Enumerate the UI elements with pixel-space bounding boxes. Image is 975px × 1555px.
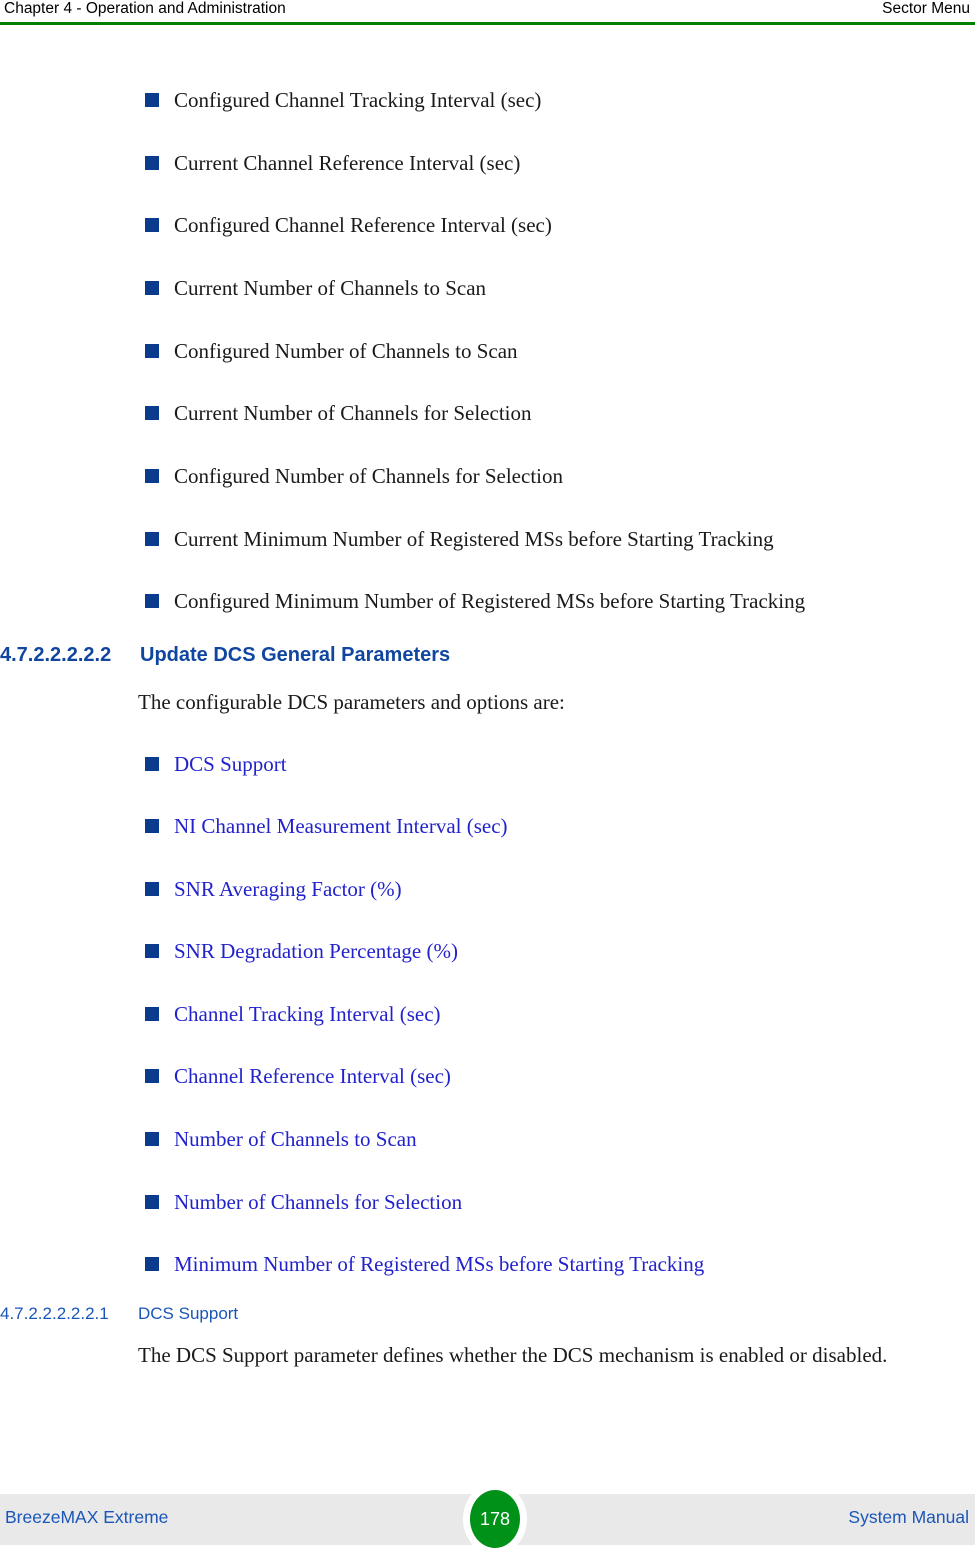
list-item-link-label[interactable]: Channel Reference Interval (sec)	[174, 1063, 451, 1089]
list-item-link-label[interactable]: Number of Channels for Selection	[174, 1189, 462, 1215]
square-bullet-icon	[145, 882, 159, 896]
square-bullet-icon	[145, 819, 159, 833]
square-bullet-icon	[145, 218, 159, 232]
sub-section-paragraph: The DCS Support parameter defines whethe…	[138, 1343, 888, 1367]
section-heading-number: 4.7.2.2.2.2.2	[0, 644, 112, 666]
square-bullet-icon	[145, 281, 159, 295]
page-number-badge: 178	[470, 1490, 520, 1548]
square-bullet-icon	[145, 1257, 159, 1271]
square-bullet-icon	[145, 93, 159, 107]
sub-section-heading: 4.7.2.2.2.2.2.1 DCS Support	[0, 1304, 238, 1324]
header-divider-rule	[0, 22, 975, 25]
sub-section-heading-title: DCS Support	[138, 1304, 239, 1323]
square-bullet-icon	[145, 469, 159, 483]
list-item-label: Configured Minimum Number of Registered …	[174, 589, 806, 613]
square-bullet-icon	[145, 1195, 159, 1209]
header-chapter-title: Chapter 4 - Operation and Administration	[4, 0, 286, 17]
square-bullet-icon	[145, 1132, 159, 1146]
square-bullet-icon	[145, 156, 159, 170]
page-header: Chapter 4 - Operation and Administration…	[0, 0, 975, 24]
square-bullet-icon	[145, 406, 159, 420]
list-item-link-label[interactable]: DCS Support	[174, 751, 287, 777]
section-heading: 4.7.2.2.2.2.2 Update DCS General Paramete…	[0, 644, 450, 667]
section-heading-title: Update DCS General Parameters	[140, 644, 451, 666]
list-item-label: Configured Channel Reference Interval (s…	[174, 213, 552, 237]
square-bullet-icon	[145, 1069, 159, 1083]
header-section-title: Sector Menu	[882, 0, 970, 17]
list-item-label: Configured Number of Channels to Scan	[174, 339, 518, 363]
square-bullet-icon	[145, 1007, 159, 1021]
footer-product-name: BreezeMAX Extreme	[5, 1507, 169, 1527]
list-item-label: Configured Channel Tracking Interval (se…	[174, 88, 542, 112]
list-item-label: Current Channel Reference Interval (sec)	[174, 151, 521, 175]
list-item-link-label[interactable]: SNR Degradation Percentage (%)	[174, 938, 458, 964]
list-item-label: Current Minimum Number of Registered MSs…	[174, 527, 774, 551]
square-bullet-icon	[145, 594, 159, 608]
list-item-link-label[interactable]: Number of Channels to Scan	[174, 1126, 417, 1152]
list-item-link-label[interactable]: Minimum Number of Registered MSs before …	[174, 1251, 704, 1277]
page-footer: BreezeMAX Extreme 178 System Manual	[0, 1483, 975, 1555]
list-item-label: Current Number of Channels for Selection	[174, 401, 532, 425]
list-item-link-label[interactable]: NI Channel Measurement Interval (sec)	[174, 813, 508, 839]
square-bullet-icon	[145, 532, 159, 546]
sub-section-heading-number: 4.7.2.2.2.2.2.1	[0, 1304, 109, 1323]
list-item-label: Configured Number of Channels for Select…	[174, 464, 563, 488]
list-item-link-label[interactable]: SNR Averaging Factor (%)	[174, 876, 402, 902]
list-item-label: Current Number of Channels to Scan	[174, 276, 487, 300]
square-bullet-icon	[145, 344, 159, 358]
section-intro-paragraph: The configurable DCS parameters and opti…	[138, 690, 565, 714]
square-bullet-icon	[145, 944, 159, 958]
footer-document-name: System Manual	[848, 1507, 969, 1527]
list-item-link-label[interactable]: Channel Tracking Interval (sec)	[174, 1001, 441, 1027]
square-bullet-icon	[145, 757, 159, 771]
